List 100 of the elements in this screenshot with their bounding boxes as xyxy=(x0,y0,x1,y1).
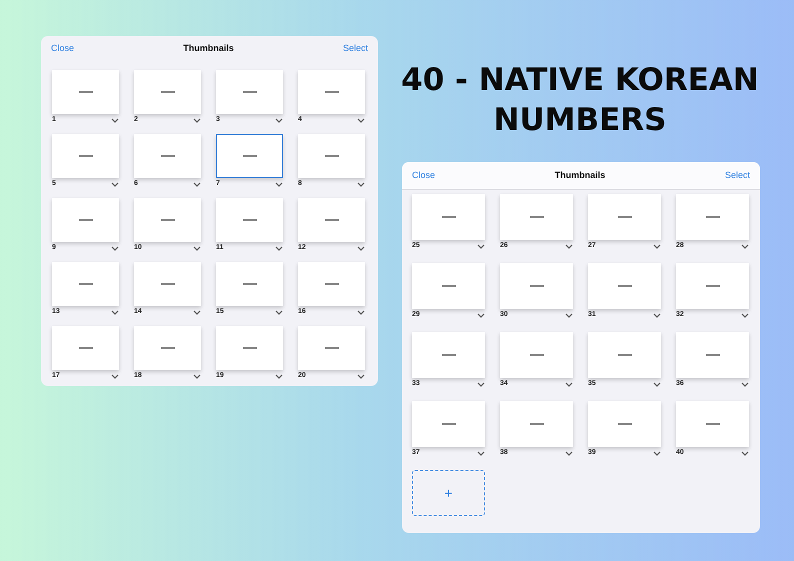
chevron-icon[interactable] xyxy=(193,310,201,315)
text-line xyxy=(242,283,256,285)
slide-thumbnail[interactable] xyxy=(500,263,573,309)
text-line xyxy=(242,219,256,221)
chevron-icon[interactable] xyxy=(275,310,283,315)
slide-thumbnail[interactable] xyxy=(134,70,201,114)
slide-thumbnail[interactable] xyxy=(676,401,749,447)
chevron-icon[interactable] xyxy=(653,244,661,249)
chevron-icon[interactable] xyxy=(275,374,283,379)
text-line xyxy=(706,216,720,218)
slide-thumbnail[interactable] xyxy=(52,70,119,114)
slide-thumbnail[interactable] xyxy=(298,134,365,178)
chevron-icon[interactable] xyxy=(565,244,573,249)
chevron-icon[interactable] xyxy=(357,246,365,251)
text-line xyxy=(242,155,256,157)
text-line xyxy=(530,216,544,218)
text-line xyxy=(160,283,174,285)
chevron-icon[interactable] xyxy=(741,451,749,456)
panel-title: Thumbnails xyxy=(554,168,606,182)
slide-thumbnail[interactable] xyxy=(298,70,365,114)
chevron-icon[interactable] xyxy=(741,313,749,318)
text-line xyxy=(442,423,456,425)
text-line xyxy=(78,219,92,221)
slide-thumbnail[interactable] xyxy=(500,194,573,240)
slide-thumbnail[interactable] xyxy=(52,198,119,242)
slide-thumbnail[interactable] xyxy=(134,262,201,306)
chevron-icon[interactable] xyxy=(741,244,749,249)
chevron-icon[interactable] xyxy=(193,374,201,379)
slide-thumbnail[interactable] xyxy=(216,70,283,114)
text-line xyxy=(442,285,456,287)
chevron-icon[interactable] xyxy=(111,246,119,251)
slide-thumbnail[interactable] xyxy=(298,326,365,370)
slide-thumbnail[interactable] xyxy=(412,194,485,240)
slide-thumbnail[interactable] xyxy=(588,263,661,309)
chevron-icon[interactable] xyxy=(565,382,573,387)
slide-thumbnail[interactable] xyxy=(52,134,119,178)
text-line xyxy=(530,354,544,356)
slide-thumbnail[interactable] xyxy=(500,401,573,447)
chevron-icon[interactable] xyxy=(111,310,119,315)
slide-thumbnail[interactable] xyxy=(412,401,485,447)
slide-thumbnail[interactable] xyxy=(676,194,749,240)
chevron-icon[interactable] xyxy=(357,182,365,187)
text-line xyxy=(706,285,720,287)
chevron-icon[interactable] xyxy=(111,118,119,123)
close-button[interactable]: Close xyxy=(51,42,74,56)
close-button[interactable]: Close xyxy=(412,168,436,182)
select-button[interactable]: Select xyxy=(724,168,750,182)
chevron-icon[interactable] xyxy=(477,313,485,318)
chevron-icon[interactable] xyxy=(357,310,365,315)
slide-thumbnail[interactable] xyxy=(52,326,119,370)
chevron-icon[interactable] xyxy=(193,246,201,251)
slide-thumbnail[interactable] xyxy=(588,332,661,378)
chevron-icon[interactable] xyxy=(357,374,365,379)
chevron-icon[interactable] xyxy=(193,118,201,123)
text-line xyxy=(160,91,174,93)
text-line xyxy=(706,354,720,356)
text-line xyxy=(442,216,456,218)
add-slide-button[interactable]: + xyxy=(412,470,485,516)
text-line xyxy=(324,347,338,349)
slide-thumbnail[interactable] xyxy=(298,198,365,242)
chevron-icon[interactable] xyxy=(477,451,485,456)
text-line xyxy=(160,155,174,157)
text-line xyxy=(160,347,174,349)
text-line xyxy=(78,91,92,93)
chevron-icon[interactable] xyxy=(275,182,283,187)
chevron-icon[interactable] xyxy=(653,313,661,318)
slide-thumbnail[interactable] xyxy=(216,134,283,178)
slide-thumbnail[interactable] xyxy=(412,332,485,378)
select-button[interactable]: Select xyxy=(342,42,368,56)
slide-thumbnail[interactable] xyxy=(134,198,201,242)
slide-thumbnail[interactable] xyxy=(134,134,201,178)
slide-thumbnail[interactable] xyxy=(298,262,365,306)
slide-thumbnail[interactable] xyxy=(412,263,485,309)
slide-thumbnail[interactable] xyxy=(52,262,119,306)
slide-thumbnail[interactable] xyxy=(588,194,661,240)
chevron-icon[interactable] xyxy=(653,451,661,456)
slide-thumbnail[interactable] xyxy=(588,401,661,447)
slide-thumbnail[interactable] xyxy=(216,198,283,242)
chevron-icon[interactable] xyxy=(565,451,573,456)
text-line xyxy=(324,155,338,157)
slide-thumbnail[interactable] xyxy=(216,326,283,370)
chevron-icon[interactable] xyxy=(275,246,283,251)
chevron-icon[interactable] xyxy=(111,182,119,187)
chevron-icon[interactable] xyxy=(741,382,749,387)
chevron-icon[interactable] xyxy=(565,313,573,318)
chevron-icon[interactable] xyxy=(193,182,201,187)
slide-thumbnail[interactable] xyxy=(216,262,283,306)
chevron-icon[interactable] xyxy=(477,382,485,387)
chevron-icon[interactable] xyxy=(653,382,661,387)
slide-thumbnail[interactable] xyxy=(676,263,749,309)
chevron-icon[interactable] xyxy=(275,118,283,123)
chevron-icon[interactable] xyxy=(111,374,119,379)
text-line xyxy=(242,91,256,93)
chevron-icon[interactable] xyxy=(357,118,365,123)
slide-thumbnail[interactable] xyxy=(676,332,749,378)
chevron-icon[interactable] xyxy=(477,244,485,249)
slide-thumbnail[interactable] xyxy=(500,332,573,378)
slide-thumbnail[interactable] xyxy=(134,326,201,370)
text-line xyxy=(618,285,632,287)
text-line xyxy=(442,354,456,356)
